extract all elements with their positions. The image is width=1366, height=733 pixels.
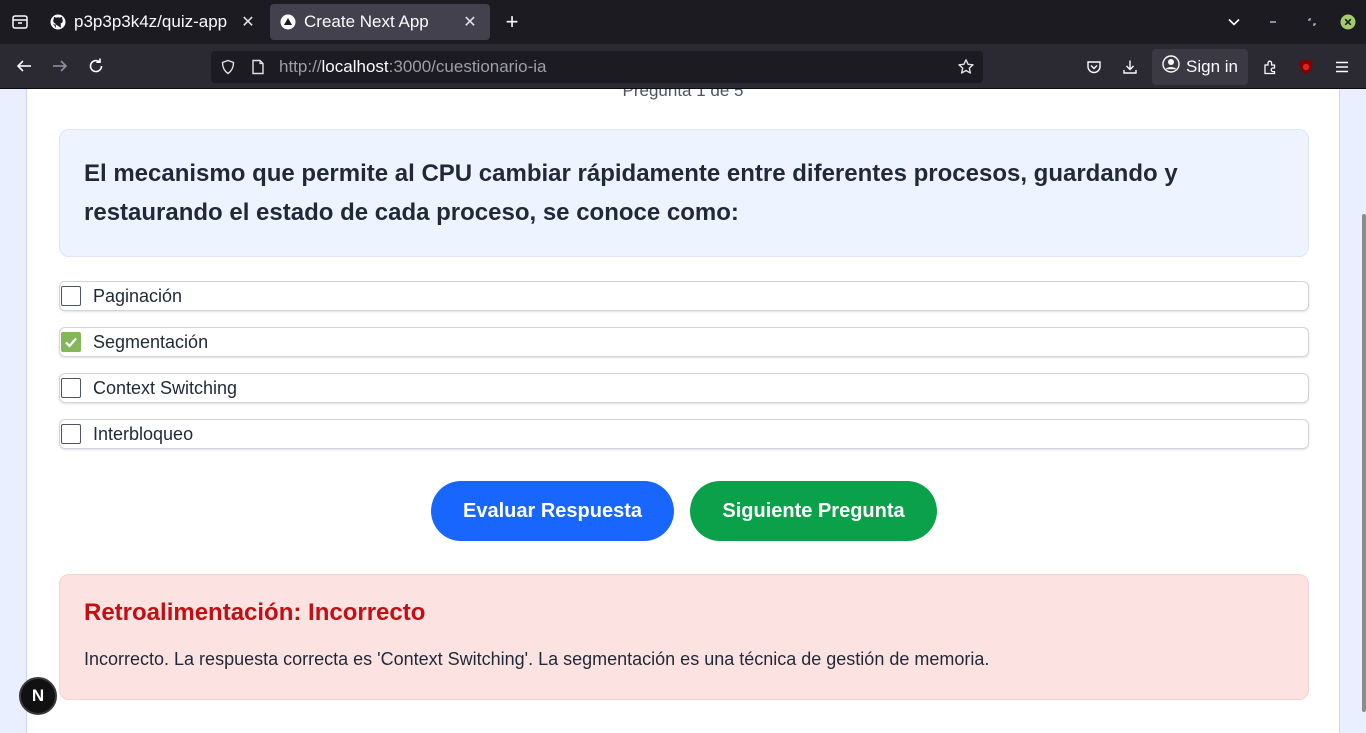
toolbar-right: Sign in (1076, 44, 1366, 89)
question-box: El mecanismo que permite al CPU cambiar … (59, 129, 1309, 257)
sign-in-button[interactable]: Sign in (1152, 48, 1248, 85)
sign-in-label: Sign in (1186, 56, 1238, 76)
maximize-icon[interactable] (1294, 0, 1330, 44)
feedback-title: Retroalimentación: Incorrecto (84, 599, 426, 626)
new-tab-plus-icon[interactable]: + (492, 4, 532, 40)
ublock-origin-icon[interactable] (1288, 49, 1324, 85)
question-text: El mecanismo que permite al CPU cambiar … (84, 160, 1178, 226)
tab-quiz-app[interactable]: p3p3p3k4z/quiz-app ✕ (40, 4, 268, 40)
minimize-icon[interactable] (1252, 0, 1294, 44)
shield-icon[interactable] (213, 51, 243, 83)
page-info-icon[interactable] (243, 51, 273, 83)
quiz-card: Pregunta 1 de 5 El mecanismo que permite… (26, 89, 1340, 733)
url-host: localhost (321, 57, 389, 76)
tab-title: p3p3p3k4z/quiz-app (74, 12, 228, 31)
option-segmentacion[interactable]: Segmentación (59, 327, 1309, 357)
pocket-icon[interactable] (1076, 49, 1112, 85)
tab-strip: p3p3p3k4z/quiz-app ✕ Create Next App ✕ + (0, 0, 1366, 44)
option-label: Segmentación (93, 331, 209, 352)
address-bar[interactable]: http://localhost:3000/cuestionario-ia (211, 51, 983, 83)
checkbox[interactable] (61, 378, 81, 398)
checkmark-icon (65, 337, 77, 348)
extensions-icon[interactable] (1252, 49, 1288, 85)
bookmark-star-icon[interactable] (951, 51, 981, 83)
close-tab-icon[interactable]: ✕ (460, 12, 480, 32)
tab-title: Create Next App (304, 12, 429, 31)
evaluate-answer-button[interactable]: Evaluar Respuesta (431, 481, 674, 541)
close-window-icon[interactable] (1330, 0, 1366, 44)
reload-icon[interactable] (78, 48, 114, 84)
checkbox-checked[interactable] (61, 332, 81, 352)
checkbox[interactable] (61, 286, 81, 306)
url-scheme: http:// (279, 57, 322, 76)
question-progress: Pregunta 1 de 5 (622, 89, 744, 100)
option-paginacion[interactable]: Paginación (59, 281, 1309, 311)
chevron-down-icon[interactable] (1216, 0, 1252, 44)
nextjs-dev-indicator[interactable]: N (19, 677, 57, 715)
nextjs-icon (280, 14, 296, 30)
account-icon (1162, 55, 1180, 78)
scrollbar[interactable] (1362, 214, 1366, 712)
next-question-button[interactable]: Siguiente Pregunta (690, 481, 937, 541)
navigation-toolbar: http://localhost:3000/cuestionario-ia Si… (0, 44, 1366, 89)
feedback-body: Incorrecto. La respuesta correcta es 'Co… (84, 649, 990, 669)
close-tab-icon[interactable]: ✕ (238, 12, 258, 32)
back-arrow-icon[interactable] (6, 48, 42, 84)
option-interbloqueo[interactable]: Interbloqueo (59, 419, 1309, 449)
url-text[interactable]: http://localhost:3000/cuestionario-ia (273, 57, 951, 77)
menu-hamburger-icon[interactable] (1324, 49, 1360, 85)
download-icon[interactable] (1112, 49, 1148, 85)
checkbox[interactable] (61, 424, 81, 444)
feedback-panel: Retroalimentación: Incorrecto Incorrecto… (59, 574, 1309, 700)
list-all-tabs-icon[interactable] (0, 0, 40, 44)
forward-arrow-icon[interactable] (42, 48, 78, 84)
option-label: Paginación (93, 285, 183, 306)
window-controls (1216, 0, 1366, 44)
option-context-switching[interactable]: Context Switching (59, 373, 1309, 403)
option-label: Interbloqueo (93, 423, 194, 444)
page-viewport: Pregunta 1 de 5 El mecanismo que permite… (0, 89, 1366, 733)
tab-create-next-app[interactable]: Create Next App ✕ (270, 4, 490, 40)
option-label: Context Switching (93, 377, 238, 398)
github-icon (50, 14, 66, 30)
url-path: :3000/cuestionario-ia (388, 57, 547, 76)
